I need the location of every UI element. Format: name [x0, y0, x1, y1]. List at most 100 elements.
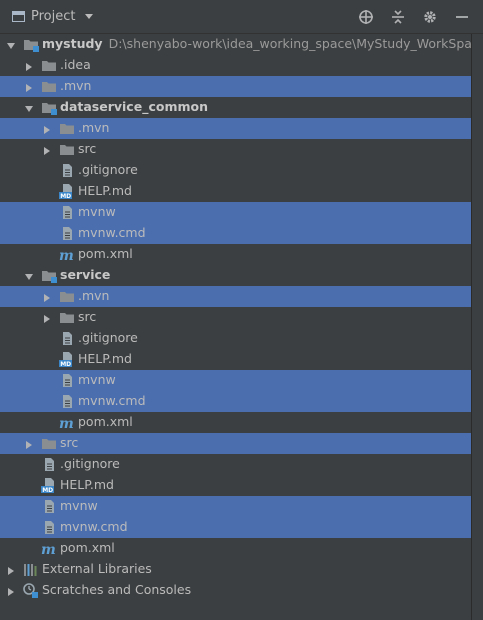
svg-text:m: m [41, 542, 56, 556]
markdown-file-icon: MD [59, 184, 75, 200]
expanded-arrow-icon[interactable] [24, 270, 34, 280]
tree-node[interactable]: External Libraries [0, 559, 471, 580]
node-name: mvnw.cmd [60, 519, 128, 534]
tree-node[interactable]: m pom.xml [0, 412, 471, 433]
tree-node-label: src [60, 435, 78, 450]
text-file-icon [59, 394, 75, 409]
collapsed-arrow-icon[interactable] [24, 438, 34, 449]
node-name: .mvn [60, 78, 92, 93]
node-name: mvnw [60, 498, 98, 513]
node-name: .mvn [78, 120, 110, 135]
text-file-icon [59, 205, 75, 220]
folder-icon [59, 142, 75, 157]
project-toolwindow-header: Project [0, 0, 483, 34]
tree-node[interactable]: .mvn [0, 76, 471, 97]
collapse-all-icon[interactable] [389, 8, 407, 26]
tree-node[interactable]: .gitignore [0, 160, 471, 181]
tree-node[interactable]: mvnw [0, 370, 471, 391]
node-name: mvnw [78, 372, 116, 387]
collapsed-arrow-icon[interactable] [6, 585, 16, 596]
tree-node[interactable]: dataservice_common [0, 97, 471, 118]
tree-node-label: mvnw.cmd [78, 393, 146, 408]
svg-text:MD: MD [60, 361, 71, 367]
tree-node-label: mvnw.cmd [60, 519, 128, 534]
tree-node[interactable]: src [0, 139, 471, 160]
svg-text:MD: MD [42, 487, 53, 493]
node-name: .idea [60, 57, 91, 72]
tree-node[interactable]: MD HELP.md [0, 349, 471, 370]
project-tree[interactable]: mystudy D:\shenyabo-work\idea_working_spa… [0, 34, 483, 601]
tree-node-label: mvnw.cmd [78, 225, 146, 240]
tree-node[interactable]: mvnw [0, 202, 471, 223]
node-path: D:\shenyabo-work\idea_working_space\MySt… [108, 36, 483, 51]
node-name: service [60, 267, 111, 282]
tree-node-label: HELP.md [60, 477, 114, 492]
tree-node-label: src [78, 141, 96, 156]
hide-icon[interactable] [453, 8, 471, 26]
collapsed-arrow-icon[interactable] [42, 312, 52, 323]
tree-node[interactable]: m pom.xml [0, 244, 471, 265]
tree-node[interactable]: src [0, 307, 471, 328]
tree-node-label: .mvn [78, 120, 109, 135]
project-view-selector[interactable]: Project [12, 9, 94, 24]
tree-node-label: .mvn [78, 288, 109, 303]
markdown-file-icon: MD [59, 352, 75, 368]
node-name: src [60, 435, 79, 450]
vertical-scrollbar[interactable] [471, 34, 483, 620]
tree-node[interactable]: src [0, 433, 471, 454]
tree-node[interactable]: MD HELP.md [0, 475, 471, 496]
text-file-icon [41, 457, 57, 472]
tree-node-label: pom.xml [78, 414, 133, 429]
tree-node[interactable]: .gitignore [0, 454, 471, 475]
module-icon [41, 100, 57, 115]
tree-node[interactable]: Scratches and Consoles [0, 580, 471, 601]
dropdown-caret-icon[interactable] [85, 14, 94, 19]
node-name: pom.xml [78, 246, 133, 261]
tree-node-label: mvnw [78, 204, 116, 219]
node-name: HELP.md [78, 351, 132, 366]
tree-node-label: pom.xml [60, 540, 115, 555]
collapsed-arrow-icon[interactable] [24, 81, 34, 92]
tree-node[interactable]: MD HELP.md [0, 181, 471, 202]
folder-icon [41, 58, 57, 73]
text-file-icon [41, 520, 57, 535]
node-name: dataservice_common [60, 99, 208, 114]
node-name: .gitignore [78, 330, 138, 345]
tree-node[interactable]: m pom.xml [0, 538, 471, 559]
collapsed-arrow-icon[interactable] [6, 564, 16, 575]
project-view-icon [12, 11, 25, 22]
tree-node-label: Scratches and Consoles [42, 582, 191, 597]
tree-node[interactable]: mvnw [0, 496, 471, 517]
tree-node[interactable]: .gitignore [0, 328, 471, 349]
collapsed-arrow-icon[interactable] [42, 291, 52, 302]
toolwindow-title: Project [31, 9, 76, 24]
node-name: src [78, 141, 97, 156]
collapsed-arrow-icon[interactable] [24, 60, 34, 71]
expanded-arrow-icon[interactable] [24, 102, 34, 112]
tree-node-label: service [60, 267, 110, 282]
tree-node[interactable]: mvnw.cmd [0, 391, 471, 412]
expanded-arrow-icon[interactable] [6, 39, 16, 49]
module-icon [23, 37, 39, 52]
svg-text:m: m [59, 416, 74, 430]
tree-node-label: HELP.md [78, 351, 132, 366]
node-name: src [78, 309, 97, 324]
locate-icon[interactable] [357, 8, 375, 26]
collapsed-arrow-icon[interactable] [42, 144, 52, 155]
tree-node[interactable]: .idea [0, 55, 471, 76]
tree-node-label: mvnw [78, 372, 116, 387]
tree-node[interactable]: service [0, 265, 471, 286]
settings-icon[interactable] [421, 8, 439, 26]
node-name: .gitignore [60, 456, 120, 471]
tree-node-label: mvnw [60, 498, 98, 513]
collapsed-arrow-icon[interactable] [42, 123, 52, 134]
node-name: mvnw.cmd [78, 225, 146, 240]
node-name: pom.xml [60, 540, 115, 555]
tree-node-label: HELP.md [78, 183, 132, 198]
tree-node[interactable]: mystudy D:\shenyabo-work\idea_working_spa… [0, 34, 483, 55]
tree-node[interactable]: .mvn [0, 286, 471, 307]
tree-node-label: .mvn [60, 78, 91, 93]
tree-node[interactable]: mvnw.cmd [0, 223, 471, 244]
tree-node[interactable]: mvnw.cmd [0, 517, 471, 538]
tree-node[interactable]: .mvn [0, 118, 471, 139]
